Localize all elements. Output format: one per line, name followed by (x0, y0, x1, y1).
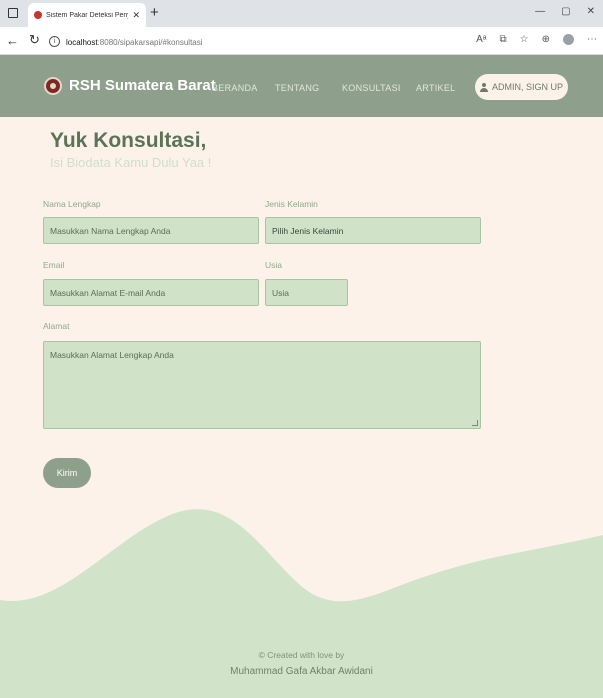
name-label: Nama Lengkap (43, 199, 101, 209)
browser-tab-bar: Sistem Pakar Deteksi Penyakit Sa ✕ + — ▢… (0, 0, 603, 27)
browser-tab[interactable]: Sistem Pakar Deteksi Penyakit Sa ✕ (28, 3, 146, 27)
page-subtitle: Isi Biodata Kamu Dulu Yaa ! (50, 155, 212, 170)
site-navbar: RSH Sumatera Barat BERANDA TENTANG KONSU… (0, 55, 603, 117)
reload-icon[interactable]: ↻ (29, 32, 40, 48)
footer-author: Muhammad Gafa Akbar Awidani (230, 666, 373, 677)
minimize-icon[interactable]: — (535, 6, 545, 17)
url-field[interactable]: i localhost:8080/sipakarsapi/#konsultasi (49, 31, 459, 51)
nav-link-tentang[interactable]: TENTANG (275, 83, 319, 93)
admin-signup-button[interactable]: ADMIN, SIGN UP (475, 74, 568, 100)
user-icon (479, 82, 488, 92)
email-input[interactable]: Masukkan Alamat E-mail Anda (43, 279, 259, 306)
close-tab-icon[interactable]: ✕ (132, 10, 140, 21)
address-textarea[interactable]: Masukkan Alamat Lengkap Anda (43, 341, 481, 429)
nav-link-beranda[interactable]: BERANDA (212, 83, 258, 93)
back-icon[interactable]: ← (6, 33, 19, 48)
new-tab-icon[interactable]: + (150, 4, 159, 22)
footer-credit: © Created with love by (258, 650, 345, 660)
age-input[interactable]: Usia (265, 279, 348, 306)
gender-select[interactable]: Pilih Jenis Kelamin (265, 217, 481, 244)
maximize-icon[interactable]: ▢ (561, 6, 570, 17)
window-menu-icon[interactable] (8, 8, 18, 18)
name-input[interactable]: Masukkan Nama Lengkap Anda (43, 217, 259, 244)
read-aloud-icon[interactable]: Aᵃ (476, 34, 486, 45)
gender-label: Jenis Kelamin (265, 199, 318, 209)
collections-icon[interactable]: ⊕ (542, 34, 550, 45)
age-label: Usia (265, 260, 283, 270)
close-window-icon[interactable]: ✕ (587, 6, 595, 17)
address-placeholder: Masukkan Alamat Lengkap Anda (50, 350, 174, 360)
favorites-icon[interactable]: ☆ (520, 34, 529, 45)
profile-icon[interactable] (563, 34, 574, 45)
nav-link-artikel[interactable]: ARTIKEL (416, 83, 455, 93)
url-host: localhost (66, 38, 98, 47)
more-icon[interactable]: ⋯ (587, 34, 597, 45)
submit-button[interactable]: Kirim (43, 458, 91, 488)
admin-signup-label: ADMIN, SIGN UP (491, 82, 563, 92)
address-label: Alamat (43, 321, 70, 331)
window-controls: — ▢ ✕ (535, 6, 595, 17)
email-label: Email (43, 260, 65, 270)
page-title: Yuk Konsultasi, (50, 129, 207, 152)
tab-action-icon[interactable]: ⧉ (500, 34, 507, 45)
resize-handle[interactable] (472, 420, 478, 426)
favicon-icon (34, 11, 42, 19)
nav-link-konsultasi[interactable]: KONSULTASI (342, 83, 401, 93)
tab-title: Sistem Pakar Deteksi Penyakit Sa (46, 11, 128, 19)
url-path: :8080/sipakarsapi/#konsultasi (97, 38, 203, 47)
browser-toolbar: Aᵃ ⧉ ☆ ⊕ ⋯ (476, 34, 597, 45)
address-bar: ← ↻ i localhost:8080/sipakarsapi/#konsul… (0, 27, 603, 55)
info-icon[interactable]: i (49, 35, 60, 47)
logo-icon[interactable] (44, 77, 62, 95)
brand-title[interactable]: RSH Sumatera Barat (69, 77, 216, 94)
